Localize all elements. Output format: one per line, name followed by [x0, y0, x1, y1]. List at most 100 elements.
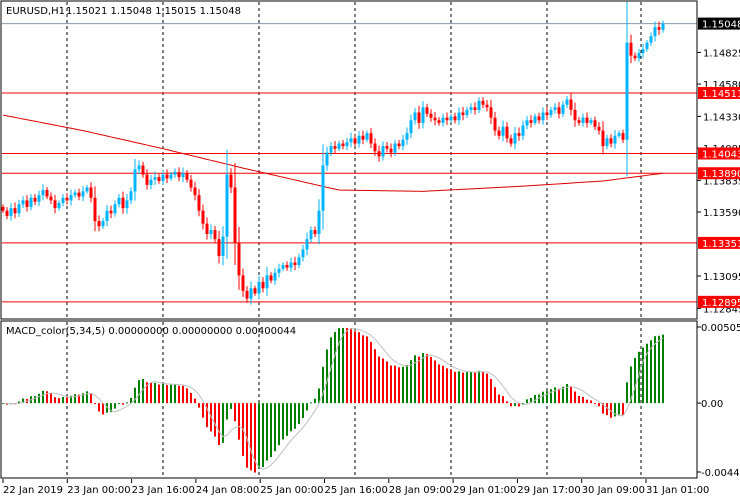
macd-bar — [202, 403, 204, 418]
macd-bar — [378, 356, 380, 404]
time-label: 23 Jan 16:00 — [132, 485, 195, 496]
bear-candle — [417, 112, 421, 123]
macd-bar — [558, 388, 560, 404]
macd-bar — [510, 403, 512, 407]
bear-candle — [557, 107, 561, 114]
macd-bar — [122, 403, 124, 405]
bull-candle — [345, 142, 349, 147]
bear-candle — [489, 107, 493, 118]
bear-candle — [545, 112, 549, 116]
macd-bar — [42, 390, 44, 404]
bull-candle — [605, 138, 609, 147]
macd-bar — [354, 331, 356, 404]
bear-candle — [369, 133, 373, 144]
bear-candle — [49, 196, 53, 201]
bull-candle — [61, 197, 65, 203]
bull-candle — [525, 120, 529, 126]
bear-candle — [397, 143, 401, 147]
time-label: 24 Jan 08:00 — [196, 485, 259, 496]
bull-candle — [181, 173, 185, 178]
macd-bar — [322, 366, 324, 404]
period-separators — [66, 2, 642, 477]
macd-bar — [574, 391, 576, 404]
macd-bar — [534, 394, 536, 404]
level-price-label: 1.12895 — [702, 298, 740, 309]
macd-bar — [570, 386, 572, 404]
bear-candle — [269, 275, 273, 281]
bull-candle — [125, 200, 129, 209]
bear-candle — [33, 197, 37, 202]
macd-bar — [214, 403, 216, 437]
bull-candle — [153, 177, 157, 180]
bear-candle — [517, 133, 521, 136]
bear-candle — [389, 148, 393, 153]
bear-candle — [285, 265, 289, 268]
bull-candle — [589, 120, 593, 123]
macd-bar — [230, 403, 232, 409]
bull-candle — [613, 135, 617, 144]
macd-bar — [190, 392, 192, 404]
macd-bar — [150, 382, 152, 404]
macd-bar — [442, 365, 444, 404]
macd-bar — [542, 391, 544, 404]
bear-candle — [205, 223, 209, 234]
bull-candle — [117, 197, 121, 205]
macd-bar — [298, 403, 300, 425]
macd-bar — [270, 403, 272, 458]
bull-candle — [173, 171, 177, 175]
macd-bar — [366, 336, 368, 404]
bull-candle — [277, 268, 281, 273]
time-label: 31 Jan 01:00 — [646, 485, 709, 496]
bull-candle — [565, 99, 569, 105]
bear-candle — [165, 174, 169, 179]
bull-candle — [297, 257, 301, 266]
bear-candle — [145, 174, 149, 185]
bull-candle — [281, 265, 285, 269]
macd-bar — [102, 403, 104, 415]
horizontal-levels — [2, 23, 697, 303]
macd-bar — [486, 373, 488, 404]
macd-bar — [138, 380, 140, 404]
bull-candle — [649, 36, 653, 43]
bull-candle — [301, 249, 305, 258]
bull-candle — [469, 107, 473, 110]
macd-bar — [578, 395, 580, 404]
bear-candle — [193, 187, 197, 196]
main-panel-border — [0, 0, 698, 320]
bull-candle — [541, 112, 545, 121]
bull-candle — [21, 200, 25, 205]
bull-candle — [645, 42, 649, 50]
price-chart[interactable]: EURUSD,H1 1.15021 1.15048 1.15015 1.1504… — [0, 0, 740, 500]
macd-bar — [294, 403, 296, 429]
bull-candle — [257, 281, 261, 294]
bull-candle — [617, 133, 621, 136]
bull-candle — [653, 27, 657, 37]
bear-candle — [537, 116, 541, 121]
macd-bar — [162, 383, 164, 404]
macd-bar — [54, 397, 56, 404]
bull-candle — [9, 208, 13, 216]
macd-bar — [50, 393, 52, 404]
macd-bar — [258, 403, 260, 469]
bear-candle — [245, 290, 249, 299]
bear-candle — [217, 239, 221, 256]
macd-bar — [278, 403, 280, 446]
bull-candle — [405, 133, 409, 140]
bear-candle — [237, 243, 241, 276]
bear-candle — [189, 179, 193, 188]
bull-candle — [561, 104, 565, 114]
macd-bar — [94, 403, 96, 405]
macd-bar — [62, 397, 64, 404]
macd-bar — [126, 402, 128, 404]
bear-candle — [577, 120, 581, 123]
bull-candle — [305, 239, 309, 250]
macd-bar — [90, 393, 92, 404]
bear-candle — [385, 146, 389, 149]
bull-candle — [465, 109, 469, 116]
macd-bar — [654, 336, 656, 404]
bull-candle — [325, 152, 329, 166]
macd-tick-label: 0.0050553 — [701, 323, 740, 334]
macd-bar — [358, 332, 360, 404]
bear-candle — [177, 171, 181, 178]
bear-candle — [141, 165, 145, 175]
